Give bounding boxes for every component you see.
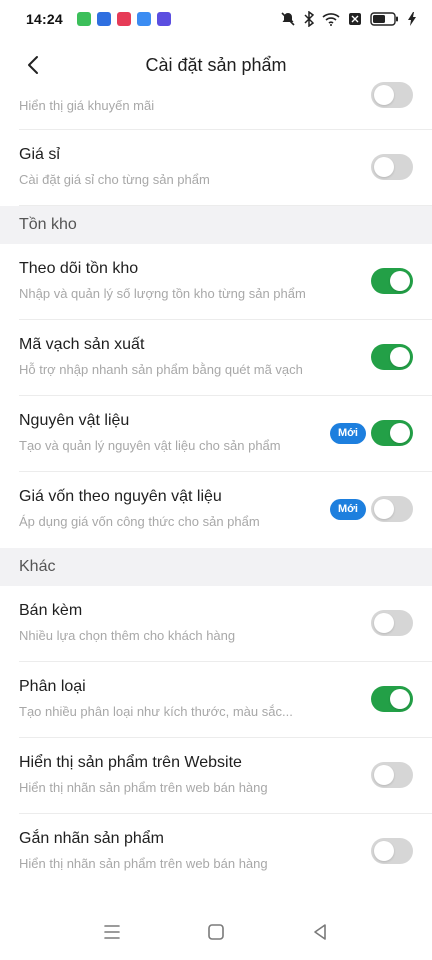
toggle-addons[interactable] — [371, 610, 413, 636]
setting-subtitle: Hỗ trợ nhập nhanh sản phẩm bằng quét mã … — [19, 362, 303, 377]
recent-apps-button[interactable] — [100, 920, 124, 944]
app-blue-icon — [96, 12, 111, 26]
setting-title: Giá vốn theo nguyên vật liệu — [19, 488, 222, 505]
toggle-track-inventory[interactable] — [371, 268, 413, 294]
toggle-promo-price[interactable] — [371, 82, 413, 108]
chevron-left-icon — [28, 56, 38, 74]
setting-row-product-label: Gắn nhãn sản phẩm Hiển thị nhãn sản phẩm… — [19, 814, 432, 890]
system-nav-bar — [0, 904, 432, 960]
setting-row-wholesale-price: Giá sỉ Cài đặt giá sỉ cho từng sản phẩm — [19, 130, 432, 206]
status-time: 14:24 — [26, 11, 63, 27]
wifi-icon — [322, 12, 340, 26]
setting-title: Mã vạch sản xuất — [19, 336, 145, 353]
setting-subtitle: Hiển thị nhãn sản phẩm trên web bán hàng — [19, 780, 268, 795]
setting-row-promo-price: Hiển thị giá khuyến mãi — [19, 80, 432, 130]
charging-icon — [408, 12, 416, 26]
status-app-icons — [76, 12, 171, 26]
toggle-materials[interactable] — [371, 420, 413, 446]
sim-icon — [348, 12, 362, 26]
setting-title: Phân loại — [19, 678, 86, 695]
setting-subtitle: Hiển thị nhãn sản phẩm trên web bán hàng — [19, 856, 268, 871]
toggle-variants[interactable] — [371, 686, 413, 712]
new-badge: Mới — [329, 499, 366, 520]
square-icon — [208, 924, 224, 940]
setting-subtitle: Cài đặt giá sỉ cho từng sản phẩm — [19, 172, 210, 187]
setting-subtitle: Áp dụng giá vốn công thức cho sản phẩm — [19, 514, 260, 529]
settings-list[interactable]: Hiển thị giá khuyến mãi Giá sỉ Cài đặt g… — [0, 80, 432, 890]
setting-subtitle: Nhiều lựa chọn thêm cho khách hàng — [19, 628, 236, 643]
setting-subtitle: Hiển thị giá khuyến mãi — [19, 98, 155, 113]
status-indicators — [280, 11, 416, 27]
back-button[interactable] — [18, 50, 48, 80]
setting-title: Hiển thị sản phẩm trên Website — [19, 754, 242, 771]
setting-row-material-cost: Giá vốn theo nguyên vật liệu Áp dụng giá… — [19, 472, 432, 548]
setting-title: Bán kèm — [19, 602, 83, 619]
page-title: Cài đặt sản phẩm — [145, 54, 287, 75]
toggle-product-label[interactable] — [371, 838, 413, 864]
setting-row-materials: Nguyên vật liệu Tạo và quản lý nguyên vậ… — [19, 396, 432, 472]
mute-icon — [280, 11, 296, 27]
toggle-website-display[interactable] — [371, 762, 413, 788]
setting-title: Giá sỉ — [19, 146, 60, 163]
toggle-wholesale-price[interactable] — [371, 154, 413, 180]
app-purple-icon — [156, 12, 171, 26]
triangle-back-icon — [314, 924, 326, 940]
setting-title: Theo dõi tồn kho — [19, 260, 139, 277]
setting-row-track-inventory: Theo dõi tồn kho Nhập và quản lý số lượn… — [19, 244, 432, 320]
setting-subtitle: Tạo nhiều phân loại như kích thước, màu … — [19, 704, 293, 719]
setting-row-addons: Bán kèm Nhiều lựa chọn thêm cho khách hà… — [19, 586, 432, 662]
app-red-icon — [116, 12, 131, 26]
section-header-other: Khác — [0, 548, 432, 586]
bluetooth-icon — [304, 11, 314, 27]
setting-subtitle: Tạo và quản lý nguyên vật liệu cho sản p… — [19, 438, 281, 453]
section-header-inventory: Tồn kho — [0, 206, 432, 244]
setting-row-barcode: Mã vạch sản xuất Hỗ trợ nhập nhanh sản p… — [19, 320, 432, 396]
toggle-barcode[interactable] — [371, 344, 413, 370]
setting-subtitle: Nhập và quản lý số lượng tồn kho từng sả… — [19, 286, 306, 301]
setting-row-variants: Phân loại Tạo nhiều phân loại như kích t… — [19, 662, 432, 738]
app-messenger-icon — [136, 12, 151, 26]
menu-icon — [104, 925, 120, 939]
battery-icon — [370, 12, 400, 26]
setting-title: Nguyên vật liệu — [19, 412, 130, 429]
setting-row-website-display: Hiển thị sản phẩm trên Website Hiển thị … — [19, 738, 432, 814]
home-button[interactable] — [204, 920, 228, 944]
system-back-button[interactable] — [308, 920, 332, 944]
setting-title: Gắn nhãn sản phẩm — [19, 830, 164, 847]
app-green-icon — [76, 12, 91, 26]
status-bar: 14:24 — [0, 0, 432, 38]
toggle-material-cost[interactable] — [371, 496, 413, 522]
new-badge: Mới — [329, 423, 366, 444]
